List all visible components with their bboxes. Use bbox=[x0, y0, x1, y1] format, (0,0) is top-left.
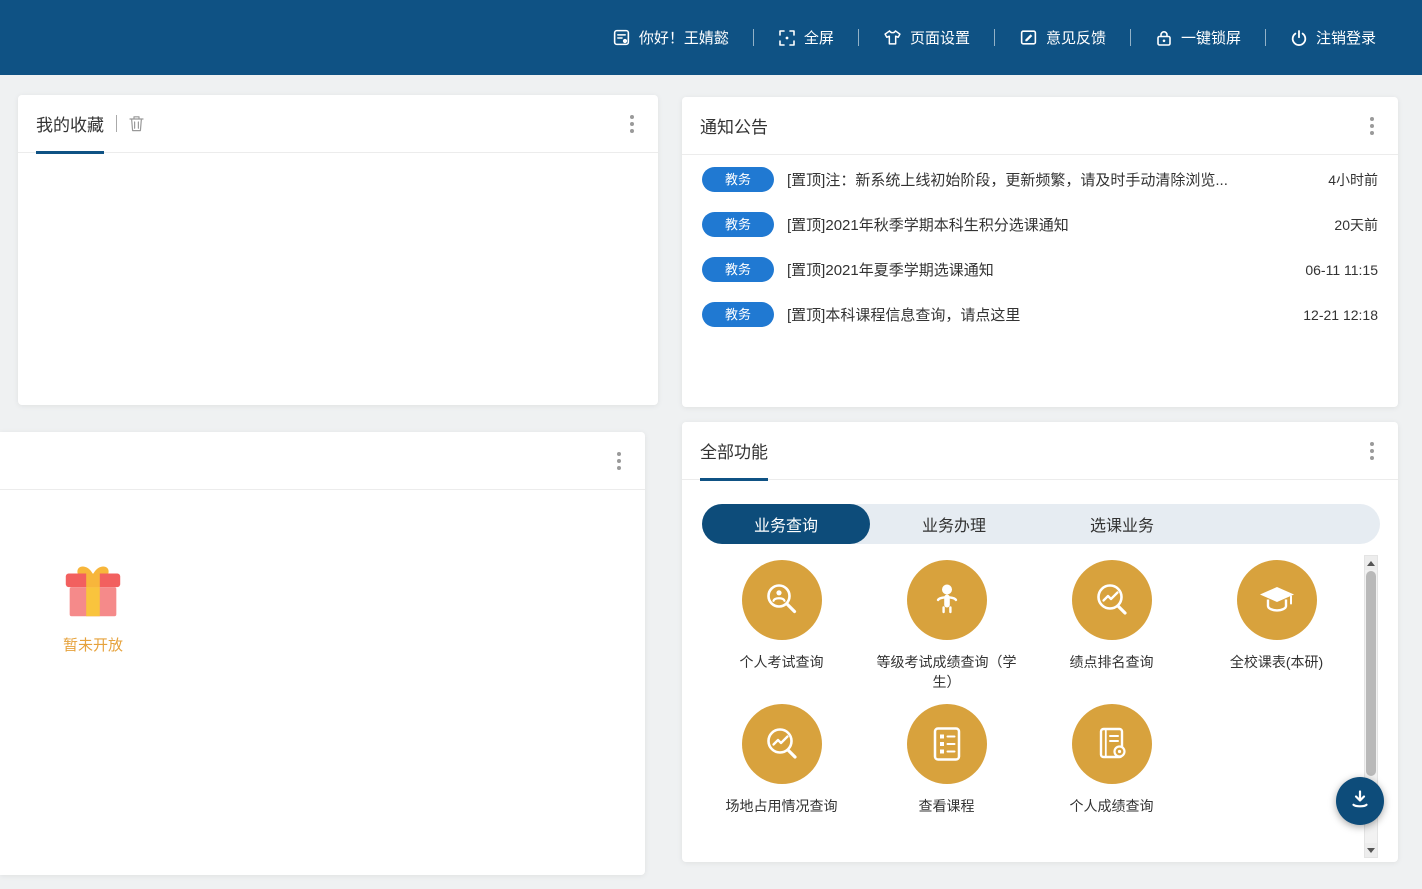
nav-feedback-label: 意见反馈 bbox=[1046, 27, 1106, 48]
coming-soon-text: 暂未开放 bbox=[63, 634, 123, 655]
nav-page-settings-label: 页面设置 bbox=[910, 27, 970, 48]
notice-text: [置顶]2021年夏季学期选课通知 bbox=[787, 259, 1291, 280]
function-label: 个人成绩查询 bbox=[1070, 796, 1154, 816]
notice-row[interactable]: 教务 [置顶]2021年夏季学期选课通知 06-11 11:15 bbox=[682, 247, 1398, 292]
tab-course-selection[interactable]: 选课业务 bbox=[1038, 504, 1206, 544]
notices-title: 通知公告 bbox=[700, 97, 768, 154]
nav-greeting-label: 你好！王婧懿 bbox=[639, 27, 729, 48]
scroll-thumb[interactable] bbox=[1366, 571, 1376, 776]
function-label: 查看课程 bbox=[919, 796, 975, 816]
notices-card: 通知公告 教务 [置顶]注：新系统上线初始阶段，更新频繁，请及时手动清除浏览..… bbox=[682, 97, 1398, 407]
trend-search-icon bbox=[1072, 560, 1152, 640]
favorites-card-menu-button[interactable] bbox=[624, 110, 640, 138]
coming-soon-placeholder: 暂未开放 bbox=[55, 555, 131, 655]
nav-lock-screen-button[interactable]: 一键锁屏 bbox=[1155, 27, 1241, 48]
notice-badge: 教务 bbox=[702, 257, 774, 283]
favorites-title: 我的收藏 bbox=[36, 95, 104, 152]
clear-favorites-button[interactable] bbox=[129, 115, 144, 132]
nav-divider bbox=[858, 29, 859, 46]
function-label: 等级考试成绩查询（学生） bbox=[871, 652, 1023, 692]
notice-time: 20天前 bbox=[1334, 215, 1378, 235]
top-navbar: 你好！王婧懿 全屏 页面设置 意见反馈 一键锁屏 注销登录 bbox=[0, 0, 1422, 75]
nav-feedback-button[interactable]: 意见反馈 bbox=[1019, 27, 1106, 48]
notice-badge: 教务 bbox=[702, 167, 774, 193]
tab-business-handle[interactable]: 业务办理 bbox=[870, 504, 1038, 544]
function-item-personal-score-query[interactable]: 个人成绩查询 bbox=[1029, 704, 1194, 816]
function-label: 绩点排名查询 bbox=[1070, 652, 1154, 672]
notice-badge: 教务 bbox=[702, 212, 774, 238]
all-functions-card-menu-button[interactable] bbox=[1364, 437, 1380, 465]
nav-lock-screen-label: 一键锁屏 bbox=[1181, 27, 1241, 48]
download-icon bbox=[1349, 788, 1371, 815]
favorites-card-header: 我的收藏 bbox=[18, 95, 658, 153]
tab-business-query[interactable]: 业务查询 bbox=[702, 504, 870, 544]
coming-soon-card-menu-button[interactable] bbox=[611, 447, 627, 475]
all-functions-title: 全部功能 bbox=[700, 422, 768, 479]
function-label: 全校课表(本研) bbox=[1230, 652, 1323, 672]
report-gear-icon bbox=[1072, 704, 1152, 784]
notice-text: [置顶]本科课程信息查询，请点这里 bbox=[787, 304, 1289, 325]
trend-search-icon bbox=[742, 704, 822, 784]
function-item-gpa-ranking-query[interactable]: 绩点排名查询 bbox=[1029, 560, 1194, 692]
download-fab-button[interactable] bbox=[1336, 777, 1384, 825]
profile-card-icon bbox=[612, 28, 631, 47]
notice-time: 12-21 12:18 bbox=[1303, 307, 1378, 323]
functions-grid: 个人考试查询 等级考试成绩查询（学生） 绩点排名查 bbox=[682, 544, 1398, 816]
notice-time: 4小时前 bbox=[1328, 170, 1378, 190]
notice-row[interactable]: 教务 [置顶]2021年秋季学期本科生积分选课通知 20天前 bbox=[682, 202, 1398, 247]
coming-soon-card: 暂未开放 bbox=[0, 432, 645, 875]
graduation-cap-icon bbox=[1237, 560, 1317, 640]
theme-shirt-icon bbox=[883, 28, 902, 47]
nav-divider bbox=[753, 29, 754, 46]
all-functions-card-header: 全部功能 bbox=[682, 422, 1398, 480]
function-item-school-timetable[interactable]: 全校课表(本研) bbox=[1194, 560, 1359, 692]
function-item-personal-exam-query[interactable]: 个人考试查询 bbox=[699, 560, 864, 692]
gift-icon bbox=[58, 555, 128, 630]
nav-user-greeting[interactable]: 你好！王婧懿 bbox=[612, 27, 729, 48]
notices-card-menu-button[interactable] bbox=[1364, 112, 1380, 140]
notice-text: [置顶]注：新系统上线初始阶段，更新频繁，请及时手动清除浏览... bbox=[787, 169, 1314, 190]
notice-badge: 教务 bbox=[702, 302, 774, 328]
all-functions-card: 全部功能 业务查询 业务办理 选课业务 个人考试查询 bbox=[682, 422, 1398, 862]
scroll-down-arrow[interactable] bbox=[1365, 843, 1377, 857]
nav-fullscreen-button[interactable]: 全屏 bbox=[778, 27, 834, 48]
functions-tabbar: 业务查询 业务办理 选课业务 bbox=[702, 504, 1380, 544]
nav-fullscreen-label: 全屏 bbox=[804, 27, 834, 48]
checklist-icon bbox=[907, 704, 987, 784]
notice-row[interactable]: 教务 [置顶]本科课程信息查询，请点这里 12-21 12:18 bbox=[682, 292, 1398, 337]
scroll-up-arrow[interactable] bbox=[1365, 556, 1377, 570]
power-icon bbox=[1290, 29, 1308, 47]
nav-logout-label: 注销登录 bbox=[1316, 27, 1376, 48]
notice-text: [置顶]2021年秋季学期本科生积分选课通知 bbox=[787, 214, 1320, 235]
function-item-level-exam-score-query[interactable]: 等级考试成绩查询（学生） bbox=[864, 560, 1029, 692]
nav-divider bbox=[1265, 29, 1266, 46]
fullscreen-icon bbox=[778, 29, 796, 47]
function-item-venue-occupancy-query[interactable]: 场地占用情况查询 bbox=[699, 704, 864, 816]
person-icon bbox=[907, 560, 987, 640]
nav-divider bbox=[994, 29, 995, 46]
notice-row[interactable]: 教务 [置顶]注：新系统上线初始阶段，更新频繁，请及时手动清除浏览... 4小时… bbox=[682, 157, 1398, 202]
nav-divider bbox=[1130, 29, 1131, 46]
notice-time: 06-11 11:15 bbox=[1305, 262, 1378, 278]
function-label: 场地占用情况查询 bbox=[726, 796, 838, 816]
notices-card-header: 通知公告 bbox=[682, 97, 1398, 155]
person-search-icon bbox=[742, 560, 822, 640]
favorites-card: 我的收藏 bbox=[18, 95, 658, 405]
coming-soon-card-header bbox=[0, 432, 645, 490]
feedback-edit-icon bbox=[1019, 28, 1038, 47]
notice-list: 教务 [置顶]注：新系统上线初始阶段，更新频繁，请及时手动清除浏览... 4小时… bbox=[682, 155, 1398, 337]
title-divider bbox=[116, 115, 117, 132]
nav-logout-button[interactable]: 注销登录 bbox=[1290, 27, 1376, 48]
lock-icon bbox=[1155, 29, 1173, 47]
nav-page-settings-button[interactable]: 页面设置 bbox=[883, 27, 970, 48]
function-label: 个人考试查询 bbox=[740, 652, 824, 672]
function-item-view-courses[interactable]: 查看课程 bbox=[864, 704, 1029, 816]
